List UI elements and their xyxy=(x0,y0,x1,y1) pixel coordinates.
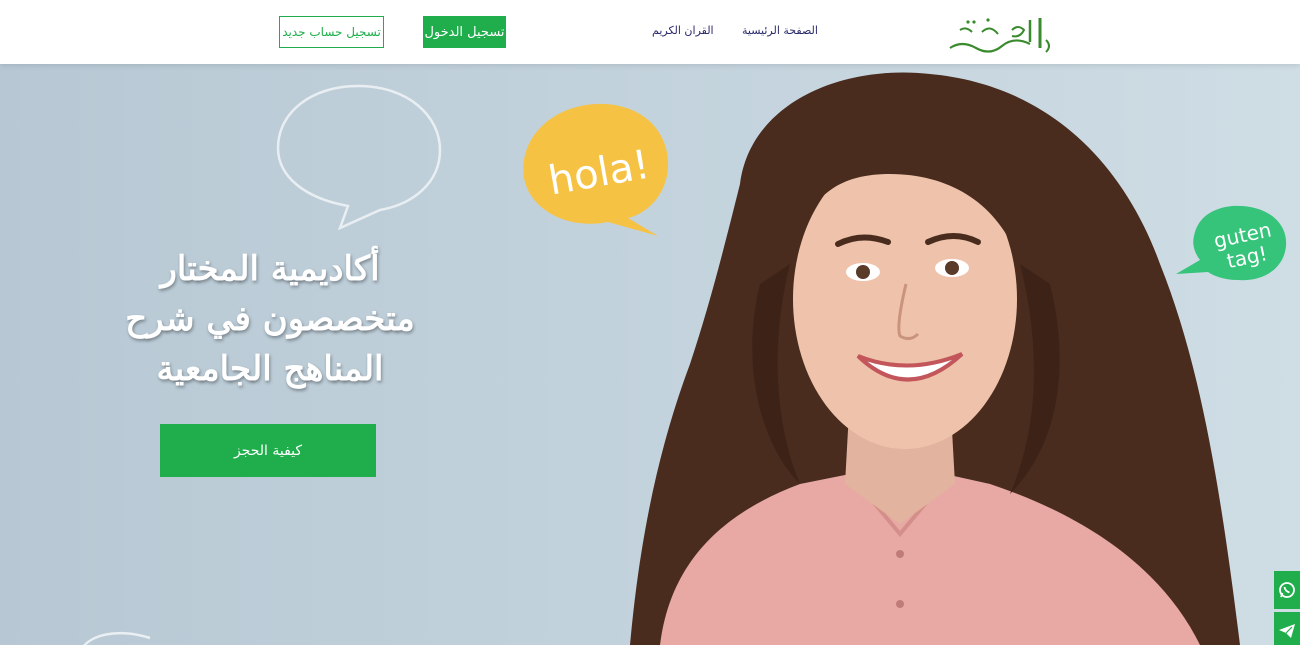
hero-title-line-2: متخصصون في شرح xyxy=(125,299,415,339)
nav-link-quran[interactable]: القران الكريم xyxy=(652,24,714,37)
outline-bubble-decoration xyxy=(276,84,442,231)
whatsapp-icon xyxy=(1279,582,1295,598)
site-header: تسجيل حساب جديد تسجيل الدخول القران الكر… xyxy=(0,0,1300,64)
booking-button[interactable]: كيفية الحجز xyxy=(160,424,376,477)
student-photo xyxy=(630,72,1240,645)
hola-speech-bubble: hola! xyxy=(523,103,669,236)
hero-section: أكاديمية المختار متخصصون في شرح المناهج … xyxy=(0,64,1300,645)
outline-bubble-decoration-bottom xyxy=(83,631,151,645)
hero-title-line-3: المناهج الجامعية xyxy=(156,349,384,389)
whatsapp-button[interactable] xyxy=(1274,571,1300,609)
guten-tag-speech-bubble: guten tag! xyxy=(1176,205,1287,281)
nav-link-home[interactable]: الصفحة الرئيسية xyxy=(742,24,818,37)
logo-calligraphy xyxy=(949,18,1050,53)
register-button[interactable]: تسجيل حساب جديد xyxy=(279,16,384,48)
hero-title: أكاديمية المختار متخصصون في شرح المناهج … xyxy=(120,244,420,394)
login-button[interactable]: تسجيل الدخول xyxy=(423,16,506,48)
site-logo[interactable] xyxy=(942,10,1058,56)
telegram-icon xyxy=(1279,624,1295,638)
telegram-button[interactable] xyxy=(1274,612,1300,645)
hero-title-line-1: أكاديمية المختار xyxy=(160,249,380,289)
